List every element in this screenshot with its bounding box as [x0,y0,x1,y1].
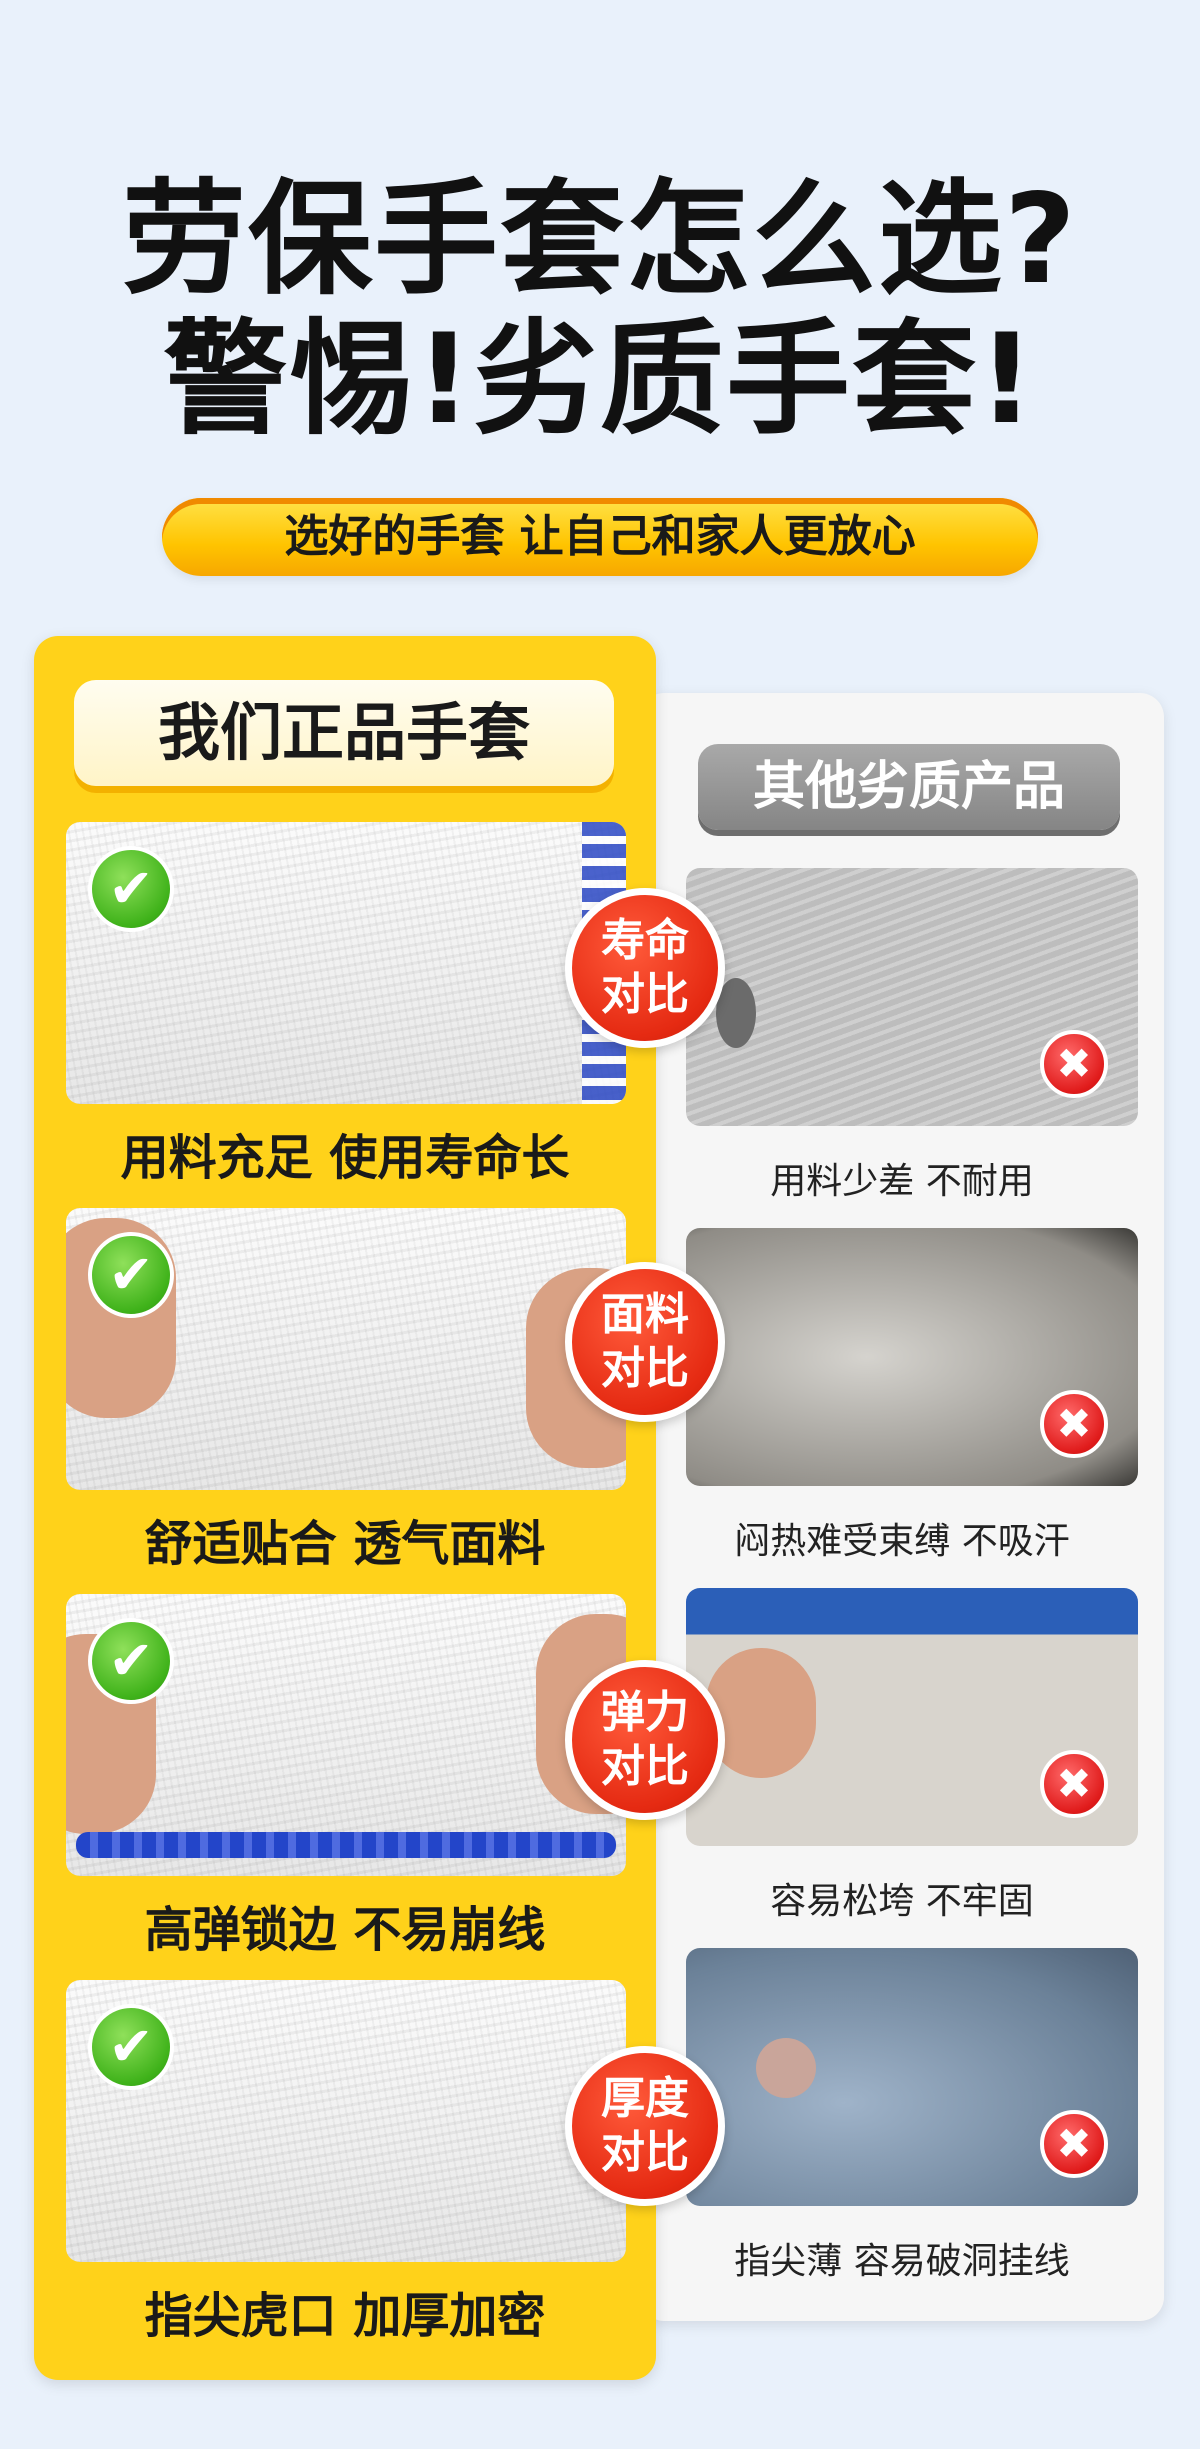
badge-line-1: 寿命 [601,915,689,966]
genuine-caption-1: 用料充足 使用寿命长 [120,1130,570,1186]
genuine-glove-image-1: ✔ [66,822,626,1104]
badge-line-2: 对比 [601,2127,689,2178]
genuine-caption-3: 高弹锁边 不易崩线 [144,1902,546,1958]
fabric-compare-badge: 面料 对比 [565,1262,725,1422]
cross-icon: ✖ [1040,1030,1108,1098]
genuine-glove-image-4: ✔ [66,1980,626,2262]
genuine-caption-4: 指尖虎口 加厚加密 [144,2288,546,2344]
badge-line-2: 对比 [601,969,689,1020]
genuine-caption-2: 舒适贴合 透气面料 [144,1516,546,1572]
inferior-caption-3: 容易松垮 不牢固 [770,1881,1034,1922]
inferior-glove-image-2: ✖ [686,1228,1138,1486]
subtitle-pill: 选好的手套 让自己和家人更放心 [162,498,1038,576]
check-icon: ✔ [88,1618,174,1704]
elasticity-compare-badge: 弹力 对比 [565,1660,725,1820]
inferior-caption-2: 闷热难受束缚 不吸汗 [734,1521,1070,1562]
genuine-panel-title: 我们正品手套 [74,680,614,786]
cross-icon: ✖ [1040,1750,1108,1818]
genuine-glove-image-2: ✔ [66,1208,626,1490]
badge-line-1: 面料 [601,1289,689,1340]
badge-line-1: 弹力 [601,1687,689,1738]
inferior-caption-4: 指尖薄 容易破洞挂线 [734,2241,1070,2282]
inferior-glove-image-4: ✖ [686,1948,1138,2206]
cross-icon: ✖ [1040,1390,1108,1458]
inferior-panel-title: 其他劣质产品 [698,744,1120,830]
inferior-caption-1: 用料少差 不耐用 [770,1161,1034,1202]
headline-line-2: 警惕!劣质手套! [163,308,1037,452]
check-icon: ✔ [88,1232,174,1318]
headline-line-1: 劳保手套怎么选? [122,168,1078,312]
genuine-glove-image-3: ✔ [66,1594,626,1876]
inferior-glove-image-1: ✖ [686,868,1138,1126]
lifespan-compare-badge: 寿命 对比 [565,888,725,1048]
inferior-glove-image-3: ✖ [686,1588,1138,1846]
cross-icon: ✖ [1040,2110,1108,2178]
badge-line-1: 厚度 [601,2073,689,2124]
check-icon: ✔ [88,2004,174,2090]
badge-line-2: 对比 [601,1343,689,1394]
thickness-compare-badge: 厚度 对比 [565,2046,725,2206]
check-icon: ✔ [88,846,174,932]
badge-line-2: 对比 [601,1741,689,1792]
